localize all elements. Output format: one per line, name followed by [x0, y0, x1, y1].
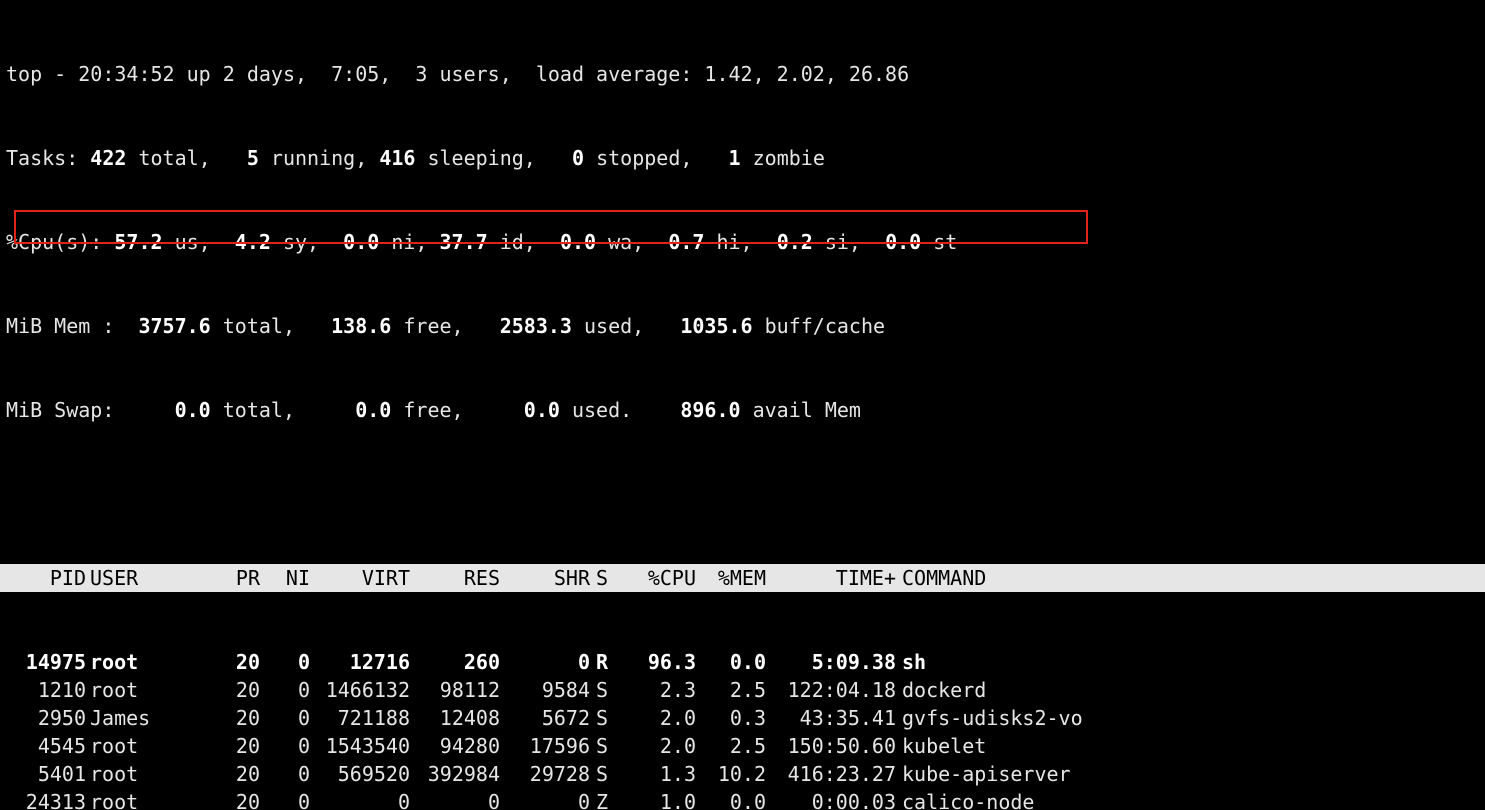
cell-pid: 1210 [6, 676, 86, 704]
cell-cmd: kubelet [896, 732, 1479, 760]
cell-ni: 0 [260, 732, 310, 760]
cell-s: R [590, 648, 626, 676]
cell-mem: 0.3 [696, 704, 766, 732]
cell-shr: 9584 [500, 676, 590, 704]
cell-time: 416:23.27 [766, 760, 896, 788]
summary-line-swap: MiB Swap: 0.0 total, 0.0 free, 0.0 used.… [6, 396, 1479, 424]
cell-ni: 0 [260, 760, 310, 788]
process-table-header: PIDUSERPRNIVIRTRESSHRS%CPU%MEMTIME+COMMA… [0, 564, 1485, 592]
cell-cmd: gvfs-udisks2-vo [896, 704, 1479, 732]
cell-user: root [86, 760, 190, 788]
col-ni: NI [260, 564, 310, 592]
cell-cmd: calico-node [896, 788, 1479, 810]
col-cpu: %CPU [626, 564, 696, 592]
cell-res: 98112 [410, 676, 500, 704]
cell-mem: 10.2 [696, 760, 766, 788]
cell-time: 43:35.41 [766, 704, 896, 732]
cell-virt: 1543540 [310, 732, 410, 760]
cell-virt: 0 [310, 788, 410, 810]
cell-mem: 0.0 [696, 648, 766, 676]
cell-pid: 14975 [6, 648, 86, 676]
cell-cpu: 1.0 [626, 788, 696, 810]
cell-s: S [590, 676, 626, 704]
cell-ni: 0 [260, 788, 310, 810]
col-s: S [590, 564, 626, 592]
col-user: USER [86, 564, 190, 592]
cell-shr: 0 [500, 648, 590, 676]
cell-mem: 2.5 [696, 732, 766, 760]
cell-res: 0 [410, 788, 500, 810]
cell-s: Z [590, 788, 626, 810]
cell-virt: 12716 [310, 648, 410, 676]
cell-pr: 20 [190, 648, 260, 676]
cell-user: root [86, 732, 190, 760]
cell-pr: 20 [190, 732, 260, 760]
col-pr: PR [190, 564, 260, 592]
table-row: 14975root200127162600R96.30.05:09.38sh [6, 648, 1479, 676]
cell-cpu: 1.3 [626, 760, 696, 788]
table-row: 5401root20056952039298429728S1.310.2416:… [6, 760, 1479, 788]
summary-line-mem: MiB Mem : 3757.6 total, 138.6 free, 2583… [6, 312, 1479, 340]
table-row: 1210root2001466132981129584S2.32.5122:04… [6, 676, 1479, 704]
col-pid: PID [6, 564, 86, 592]
cell-s: S [590, 704, 626, 732]
cell-user: James [86, 704, 190, 732]
cell-res: 12408 [410, 704, 500, 732]
cell-cpu: 2.0 [626, 704, 696, 732]
cell-pid: 2950 [6, 704, 86, 732]
cell-ni: 0 [260, 676, 310, 704]
cell-virt: 1466132 [310, 676, 410, 704]
cell-shr: 29728 [500, 760, 590, 788]
cell-user: root [86, 648, 190, 676]
col-time: TIME+ [766, 564, 896, 592]
col-virt: VIRT [310, 564, 410, 592]
cell-s: S [590, 732, 626, 760]
cell-virt: 721188 [310, 704, 410, 732]
col-mem: %MEM [696, 564, 766, 592]
cell-mem: 2.5 [696, 676, 766, 704]
cell-pr: 20 [190, 788, 260, 810]
cell-user: root [86, 676, 190, 704]
table-row: 24313root200000Z1.00.00:00.03calico-node [6, 788, 1479, 810]
terminal-output[interactable]: top - 20:34:52 up 2 days, 7:05, 3 users,… [0, 0, 1485, 810]
cell-pr: 20 [190, 676, 260, 704]
cell-time: 122:04.18 [766, 676, 896, 704]
cell-time: 0:00.03 [766, 788, 896, 810]
table-row: 4545root20015435409428017596S2.02.5150:5… [6, 732, 1479, 760]
summary-line-uptime: top - 20:34:52 up 2 days, 7:05, 3 users,… [6, 60, 1479, 88]
cell-time: 5:09.38 [766, 648, 896, 676]
cell-res: 260 [410, 648, 500, 676]
col-res: RES [410, 564, 500, 592]
cell-pr: 20 [190, 760, 260, 788]
cell-mem: 0.0 [696, 788, 766, 810]
cell-shr: 17596 [500, 732, 590, 760]
cell-cmd: dockerd [896, 676, 1479, 704]
cell-virt: 569520 [310, 760, 410, 788]
cell-time: 150:50.60 [766, 732, 896, 760]
cell-cpu: 2.3 [626, 676, 696, 704]
cell-shr: 0 [500, 788, 590, 810]
cell-res: 94280 [410, 732, 500, 760]
cell-pid: 5401 [6, 760, 86, 788]
cell-s: S [590, 760, 626, 788]
cell-pid: 24313 [6, 788, 86, 810]
summary-line-cpu: %Cpu(s): 57.2 us, 4.2 sy, 0.0 ni, 37.7 i… [6, 228, 1479, 256]
cell-pid: 4545 [6, 732, 86, 760]
summary-line-tasks: Tasks: 422 total, 5 running, 416 sleepin… [6, 144, 1479, 172]
cell-cpu: 96.3 [626, 648, 696, 676]
cell-res: 392984 [410, 760, 500, 788]
cell-pr: 20 [190, 704, 260, 732]
cell-ni: 0 [260, 648, 310, 676]
col-cmd: COMMAND [896, 564, 1485, 592]
cell-cmd: kube-apiserver [896, 760, 1479, 788]
process-table-body: 14975root200127162600R96.30.05:09.38sh12… [6, 648, 1479, 810]
table-row: 2950James200721188124085672S2.00.343:35.… [6, 704, 1479, 732]
cell-cmd: sh [896, 648, 1479, 676]
cell-user: root [86, 788, 190, 810]
col-shr: SHR [500, 564, 590, 592]
cell-ni: 0 [260, 704, 310, 732]
cell-shr: 5672 [500, 704, 590, 732]
cell-cpu: 2.0 [626, 732, 696, 760]
